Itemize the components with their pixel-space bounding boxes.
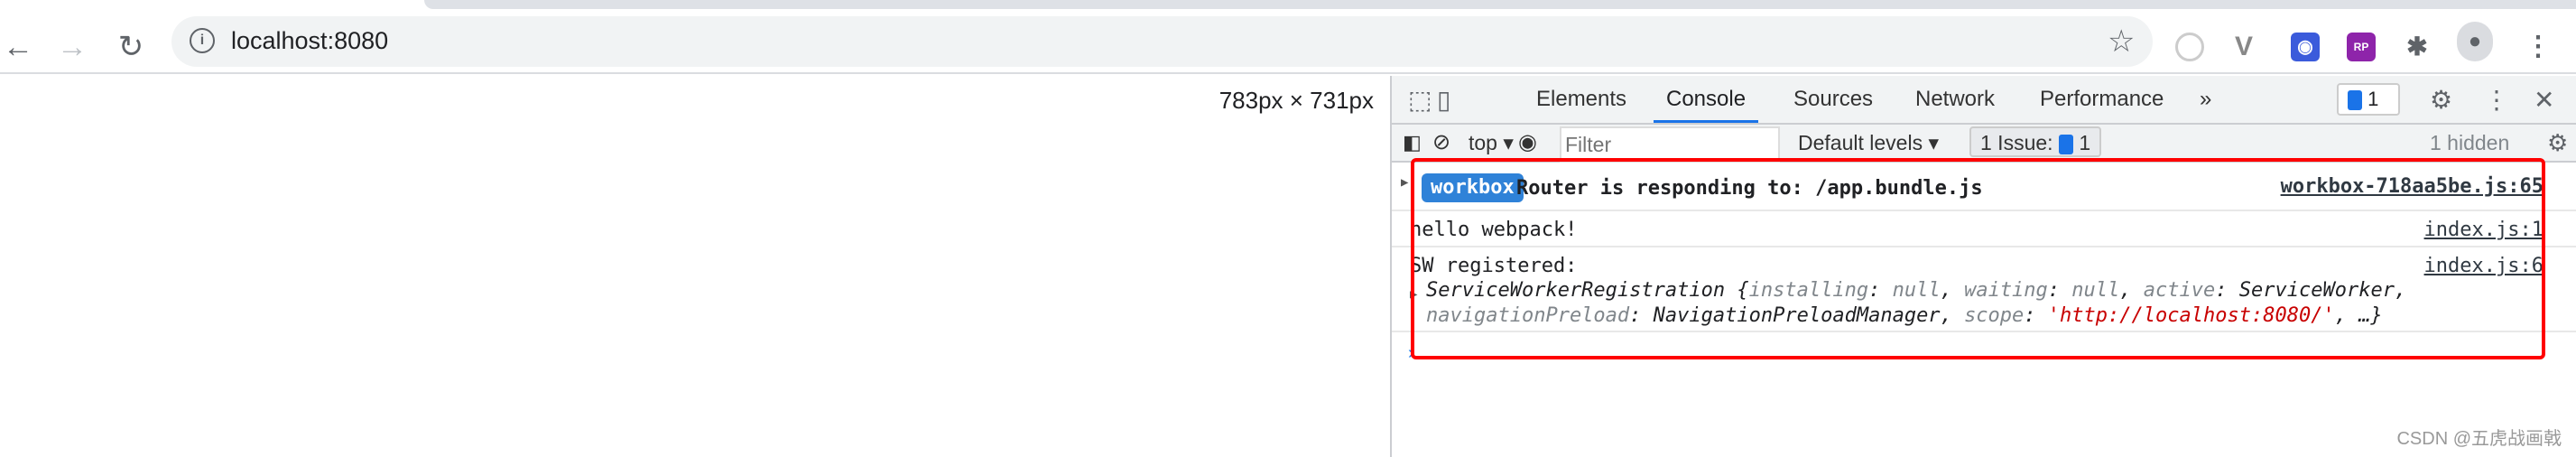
hidden-count: 1 hidden: [2430, 131, 2510, 154]
more-tabs-button[interactable]: »: [2200, 76, 2211, 123]
devtools-tab-bar: ⬚ ▯ Elements Console Sources Network Per…: [1392, 76, 2576, 125]
info-icon[interactable]: i: [190, 28, 215, 53]
reload-button[interactable]: ↻: [113, 29, 149, 65]
extension-icon[interactable]: ◉: [2291, 33, 2320, 61]
url-text[interactable]: localhost:8080: [231, 27, 388, 55]
issues-label: 1 Issue:: [1980, 131, 2053, 154]
browser-toolbar: ← → ↻ i localhost:8080 ☆ V ◉ RP ✱ ● ⋮: [0, 9, 2576, 74]
tab-strip: [424, 0, 2576, 9]
avatar[interactable]: ●: [2457, 22, 2493, 61]
settings-gear-icon[interactable]: ⚙: [2430, 85, 2452, 115]
console-settings-gear-icon[interactable]: ⚙: [2547, 125, 2568, 161]
highlight-box: [1411, 158, 2545, 359]
close-icon[interactable]: ✕: [2534, 85, 2554, 115]
message-icon: [2058, 134, 2073, 154]
clear-console-icon[interactable]: ⊘: [1432, 125, 1450, 161]
tab-performance[interactable]: Performance: [2040, 76, 2164, 123]
address-bar[interactable]: i localhost:8080 ☆: [171, 16, 2153, 67]
context-value: top: [1469, 131, 1497, 154]
tab-sources[interactable]: Sources: [1793, 76, 1873, 123]
devtools-menu-icon[interactable]: ⋮: [2484, 85, 2509, 115]
filter-input[interactable]: [1560, 126, 1780, 163]
live-expression-eye-icon[interactable]: ◉: [1518, 125, 1537, 161]
levels-value: Default levels: [1798, 131, 1923, 154]
tab-network[interactable]: Network: [1915, 76, 1995, 123]
vue-devtools-icon[interactable]: V: [2229, 33, 2258, 61]
back-button[interactable]: ←: [0, 29, 36, 65]
puzzle-icon[interactable]: ✱: [2403, 33, 2432, 61]
bookmark-star-icon[interactable]: ☆: [2108, 23, 2135, 60]
console-toolbar: ◧ ⊘ top ▾ ◉ Default levels ▾ 1 Issue: 1 …: [1392, 125, 2576, 163]
log-levels-dropdown[interactable]: Default levels ▾: [1798, 125, 1939, 161]
sidebar-toggle-icon[interactable]: ◧: [1403, 125, 1422, 161]
device-toolbar-icon[interactable]: ▯: [1437, 85, 1450, 115]
issues-badge-button[interactable]: 1: [2337, 83, 2400, 116]
issues-count: 1: [2079, 131, 2091, 154]
tab-elements[interactable]: Elements: [1536, 76, 1626, 123]
menu-kebab-icon[interactable]: ⋮: [2524, 33, 2553, 61]
expand-triangle-icon[interactable]: ▶: [1401, 175, 1408, 190]
issues-count: 1: [2368, 88, 2379, 110]
page-viewport: 783px × 731px: [0, 76, 1390, 457]
tab-console[interactable]: Console: [1654, 76, 1759, 123]
message-icon: [2348, 90, 2362, 111]
viewport-dimensions: 783px × 731px: [1219, 87, 1374, 114]
issues-button[interactable]: 1 Issue: 1: [1969, 126, 2102, 157]
context-selector[interactable]: top ▾: [1469, 125, 1514, 161]
extension-icon[interactable]: RP: [2347, 33, 2376, 61]
extension-icon[interactable]: [2175, 33, 2204, 61]
watermark: CSDN @五虎战画戟: [2396, 429, 2562, 449]
inspect-element-icon[interactable]: ⬚: [1408, 85, 1432, 115]
forward-button[interactable]: →: [54, 29, 90, 65]
